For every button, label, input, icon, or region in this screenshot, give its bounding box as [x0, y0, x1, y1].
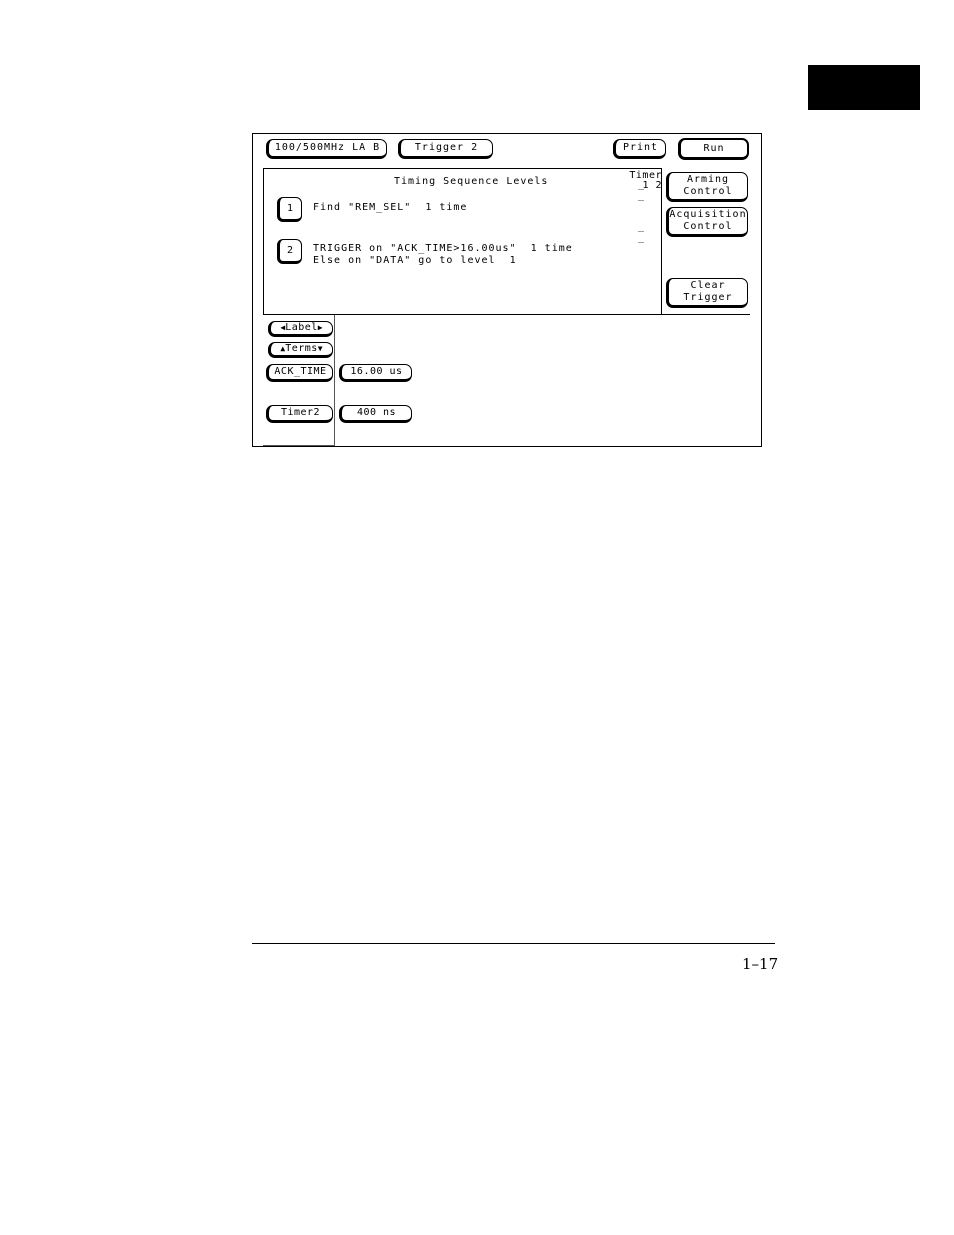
run-button[interactable]: Run: [678, 138, 749, 160]
level-2-timer-marks: _ _: [638, 221, 648, 243]
logic-analyzer-screen: 100/500MHz LA B Trigger 2 Print Run Timi…: [252, 133, 762, 447]
footer-rule: [252, 943, 775, 944]
label-button-text: Label: [285, 322, 318, 333]
level-2-text-line2[interactable]: Else on "DATA" go to level 1: [313, 255, 517, 267]
chapter-tab-marker: [808, 65, 920, 110]
sequence-title: Timing Sequence Levels: [394, 176, 549, 187]
panel-divider-horizontal: [263, 314, 750, 315]
terms-button-text: Terms: [285, 343, 318, 354]
term-value-field-ack-time[interactable]: 16.00 us: [339, 364, 412, 382]
level-1-button[interactable]: 1: [277, 197, 302, 222]
page-number: 1–17: [742, 955, 779, 973]
menu-select-button[interactable]: Trigger 2: [398, 139, 493, 159]
level-2-button[interactable]: 2: [277, 239, 302, 264]
acquisition-control-button[interactable]: Acquisition Control: [666, 207, 748, 237]
analyzer-select-button[interactable]: 100/500MHz LA B: [266, 139, 387, 159]
arming-control-button[interactable]: Arming Control: [666, 172, 748, 202]
clear-trigger-button[interactable]: Clear Trigger: [666, 278, 748, 308]
arrow-right-icon: ▶: [317, 323, 323, 332]
term-name-button-timer2[interactable]: Timer2: [266, 405, 333, 423]
label-scroll-button[interactable]: ◀ Label ▶: [268, 321, 333, 337]
panel-divider-vertical: [661, 168, 662, 314]
level-1-timer-marks: _ _: [638, 179, 648, 201]
sequence-levels-panel: Timing Sequence Levels Timer 1 2 _ _ _ _…: [263, 168, 662, 315]
level-1-text[interactable]: Find "REM_SEL" 1 time: [313, 202, 467, 214]
term-name-button-ack-time[interactable]: ACK_TIME: [266, 364, 333, 382]
level-2-text-line1[interactable]: TRIGGER on "ACK_TIME>16.00us" 1 time: [313, 243, 573, 255]
term-value-field-timer2[interactable]: 400 ns: [339, 405, 412, 423]
print-button[interactable]: Print: [613, 139, 666, 159]
arrow-down-icon: ▼: [317, 344, 323, 353]
terms-scroll-button[interactable]: ▲ Terms ▼: [268, 342, 333, 358]
